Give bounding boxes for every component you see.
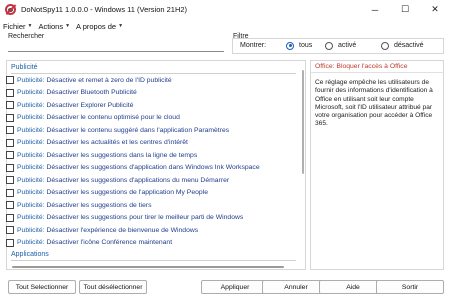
description-title: Office: Bloquer l'accès à Office — [315, 63, 408, 70]
menu-a-propos[interactable]: A propos de ▼ — [76, 22, 123, 31]
group-header-applications: Applications — [11, 251, 49, 258]
chevron-down-icon: ▼ — [118, 23, 124, 29]
chevron-down-icon: ▼ — [65, 23, 71, 29]
checkbox[interactable] — [6, 138, 14, 147]
exit-button[interactable]: Sortir — [376, 280, 444, 294]
list-item[interactable]: Publicité: Désactiver les suggestions d'… — [6, 174, 302, 187]
filter-radio-desactive[interactable]: désactivé — [381, 41, 424, 50]
app-logo-icon — [5, 4, 16, 15]
list-item[interactable]: Publicité: Désactiver Bluetooth Publicit… — [6, 87, 302, 100]
description-divider — [310, 72, 444, 73]
list-item[interactable]: Publicité: Désactiver le contenu optimis… — [6, 112, 302, 125]
checkbox[interactable] — [6, 101, 14, 110]
menu-bar: Fichier ▼ Actions ▼ A propos de ▼ — [0, 19, 450, 33]
search-label: Rechercher — [8, 33, 45, 40]
list-item[interactable]: Publicité: Désactiver les suggestions d'… — [6, 162, 302, 175]
checkbox[interactable] — [6, 238, 14, 247]
list-item[interactable]: Publicité: Désactiver les suggestions po… — [6, 212, 302, 225]
group-divider — [11, 260, 296, 261]
title-bar: DoNotSpy11 1.0.0.0 - Windows 11 (Version… — [0, 0, 450, 19]
window-controls: ─ ☐ ✕ — [360, 0, 450, 19]
list-item[interactable]: Publicité: Désactiver Explorer Publicité — [6, 99, 302, 112]
show-label: Montrer: — [240, 42, 267, 49]
checkbox[interactable] — [6, 176, 14, 185]
maximize-button[interactable]: ☐ — [390, 0, 420, 19]
list-item[interactable]: Publicité: Désactiver les suggestions de… — [6, 199, 302, 212]
checkbox[interactable] — [6, 126, 14, 135]
checkbox[interactable] — [6, 226, 14, 235]
radio-icon — [381, 41, 389, 50]
search-input[interactable] — [8, 41, 224, 52]
list-item[interactable]: Publicité: Désactiver les suggestions de… — [6, 187, 302, 200]
radio-icon — [325, 41, 333, 50]
checkbox[interactable] — [6, 188, 14, 197]
vertical-scrollbar[interactable] — [302, 70, 304, 174]
chevron-down-icon: ▼ — [27, 23, 33, 29]
apply-button[interactable]: Appliquer — [201, 280, 269, 294]
list-item[interactable]: Publicité: Désactiver l'icône Conférence… — [6, 237, 302, 250]
checkbox[interactable] — [6, 76, 14, 85]
list-item[interactable]: Publicité: Désactive et remet à zero de … — [6, 74, 302, 87]
menu-actions[interactable]: Actions ▼ — [38, 22, 70, 31]
menu-fichier[interactable]: Fichier ▼ — [3, 22, 32, 31]
list-item[interactable]: Publicité: Désactiver les suggestions da… — [6, 149, 302, 162]
radio-selected-icon — [286, 41, 294, 50]
checkbox[interactable] — [6, 88, 14, 97]
select-all-button[interactable]: Tout Selectionner — [8, 280, 76, 294]
filter-radio-active[interactable]: activé — [325, 41, 356, 50]
filter-radio-tous[interactable]: tous — [286, 41, 312, 50]
minimize-button[interactable]: ─ — [360, 0, 390, 19]
horizontal-scrollbar[interactable] — [12, 266, 284, 268]
close-button[interactable]: ✕ — [420, 0, 450, 19]
checkbox[interactable] — [6, 163, 14, 172]
deselect-all-button[interactable]: Tout désélectionner — [79, 280, 147, 294]
checkbox[interactable] — [6, 213, 14, 222]
list-item[interactable]: Publicité: Désactiver le contenu suggéré… — [6, 124, 302, 137]
checkbox[interactable] — [6, 201, 14, 210]
description-text: Ce réglage empêche les utilisateurs de f… — [315, 79, 433, 128]
checkbox[interactable] — [6, 113, 14, 122]
list-item[interactable]: Publicité: Désactiver l'expérience de bi… — [6, 224, 302, 237]
list-item[interactable]: Publicité: Désactiver les actualités et … — [6, 137, 302, 150]
window-title: DoNotSpy11 1.0.0.0 - Windows 11 (Version… — [21, 5, 188, 14]
group-header-publicite: Publicité — [11, 64, 38, 71]
checkbox[interactable] — [6, 151, 14, 160]
